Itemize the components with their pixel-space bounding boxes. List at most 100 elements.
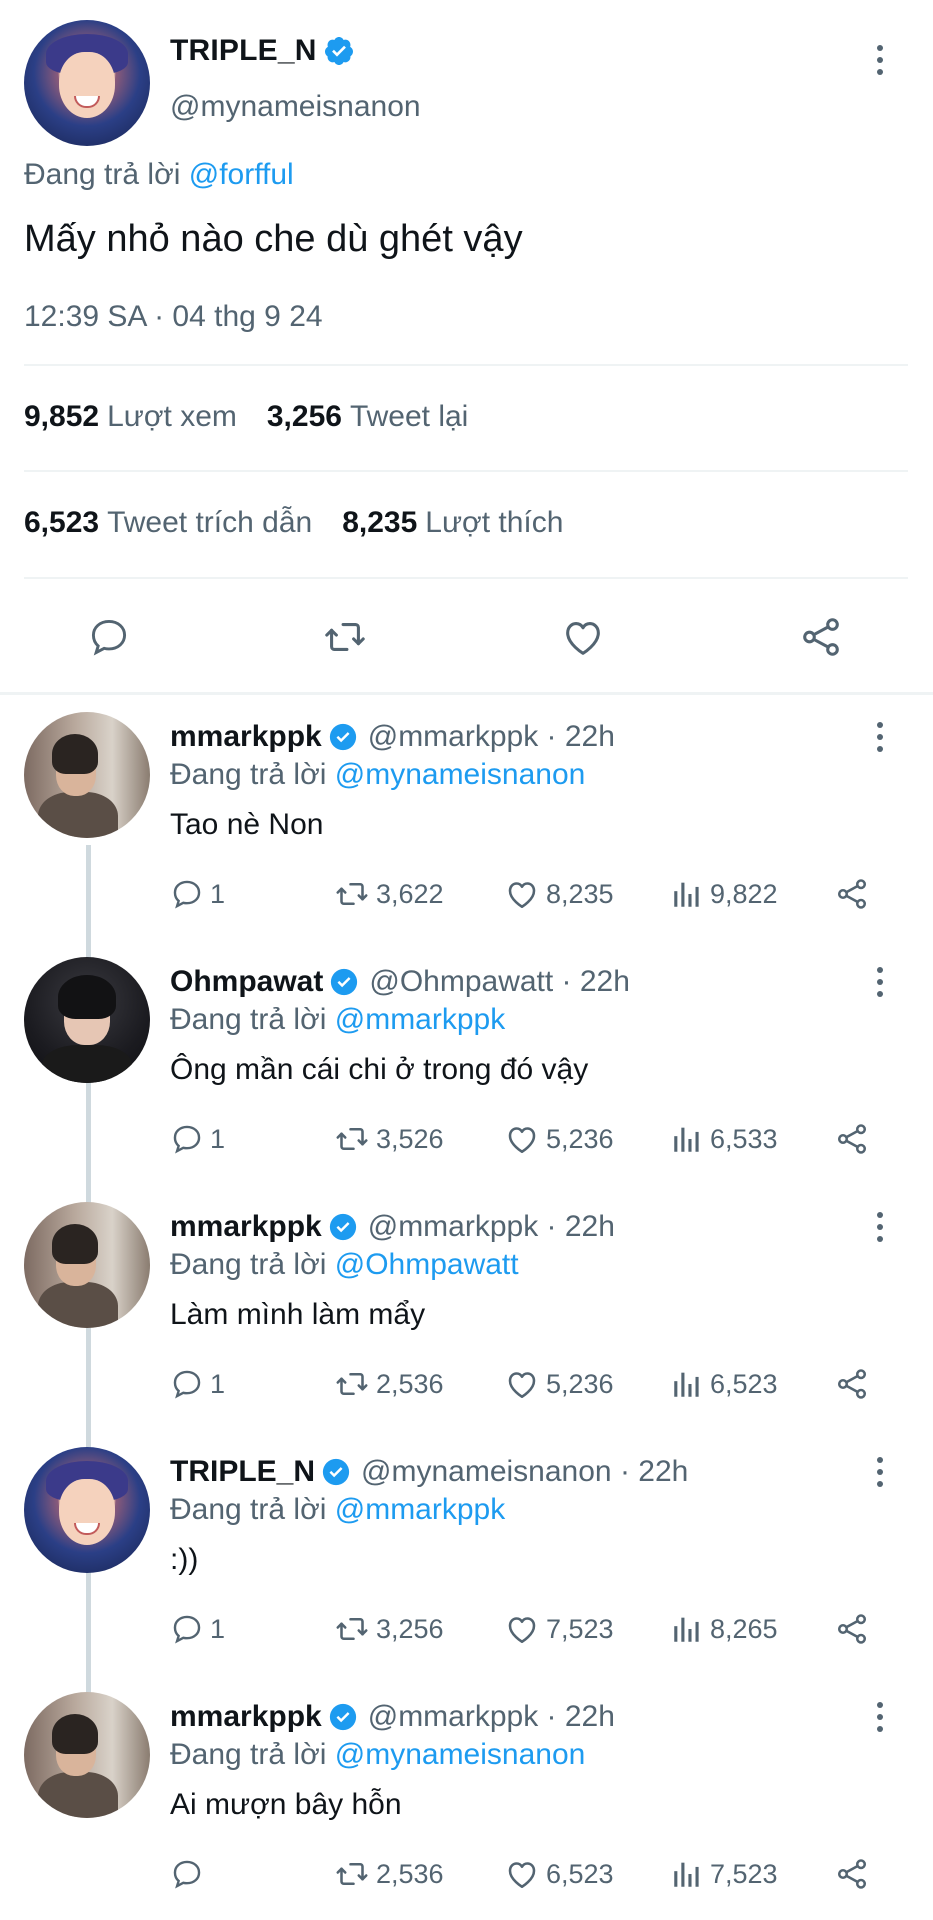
reply-button[interactable]: 1 <box>170 1119 225 1159</box>
author-name[interactable]: Ohmpawat <box>170 965 323 999</box>
tweet-timestamp[interactable]: 12:39 SA · 04 thg 9 24 <box>24 300 323 334</box>
views-button[interactable]: 9,822 <box>670 874 778 914</box>
retweets-stat[interactable]: 3,256 Tweet lại <box>267 400 468 434</box>
author-handle-time[interactable]: @mmarkppk · 22h <box>368 720 615 754</box>
share-button[interactable] <box>834 874 870 914</box>
reply-tweet[interactable]: Ohmpawat @Ohmpawatt · 22h Đang trả lời @… <box>0 945 933 1190</box>
author-name[interactable]: mmarkppk <box>170 720 322 754</box>
more-options-icon[interactable] <box>875 1702 885 1732</box>
views-button[interactable]: 8,265 <box>670 1609 778 1649</box>
stats-row-2: 6,523 Tweet trích dẫn 8,235 Lượt thích <box>24 506 563 540</box>
tweet-actions: 1 3,526 5,236 6,533 <box>170 1119 880 1159</box>
share-button[interactable] <box>834 1119 870 1159</box>
author-name[interactable]: mmarkppk <box>170 1700 322 1734</box>
more-options-icon[interactable] <box>875 722 885 752</box>
reply-button[interactable]: 1 <box>170 1364 225 1404</box>
author-handle-time[interactable]: @mmarkppk · 22h <box>368 1700 615 1734</box>
more-options-icon[interactable] <box>875 1212 885 1242</box>
like-icon <box>508 1617 536 1644</box>
replying-to-mention[interactable]: @mmarkppk <box>335 1493 505 1526</box>
like-icon <box>508 1372 536 1399</box>
avatar[interactable] <box>24 957 150 1083</box>
replying-to: Đang trả lời @Ohmpawatt <box>170 1248 519 1282</box>
avatar[interactable] <box>24 1447 150 1573</box>
likes-label: Lượt thích <box>425 506 564 539</box>
replying-to-label: Đang trả lời <box>170 1003 327 1036</box>
share-icon <box>837 879 867 909</box>
avatar[interactable] <box>24 20 150 146</box>
more-options-icon[interactable] <box>875 45 885 75</box>
likes-stat[interactable]: 8,235 Lượt thích <box>342 506 563 540</box>
views-button[interactable]: 6,533 <box>670 1119 778 1159</box>
views-stat[interactable]: 9,852 Lượt xem <box>24 400 237 434</box>
reply-button[interactable] <box>170 1854 210 1894</box>
retweet-button[interactable]: 2,536 <box>334 1364 444 1404</box>
replying-to-mention[interactable]: @mynameisnanon <box>335 1738 586 1771</box>
tweet-actions: 1 2,536 5,236 6,523 <box>170 1364 880 1404</box>
author-handle-time[interactable]: @mmarkppk · 22h <box>368 1210 615 1244</box>
share-icon <box>837 1124 867 1154</box>
like-button[interactable]: 8,235 <box>504 874 614 914</box>
tweet-actions: 2,536 6,523 7,523 <box>170 1854 880 1894</box>
reply-icon <box>173 1370 201 1399</box>
retweet-count: 2,536 <box>376 1368 444 1399</box>
more-options-icon[interactable] <box>875 967 885 997</box>
avatar[interactable] <box>24 712 150 838</box>
retweet-count: 3,526 <box>376 1123 444 1154</box>
author-name[interactable]: mmarkppk <box>170 1210 322 1244</box>
views-button[interactable]: 6,523 <box>670 1364 778 1404</box>
views-button[interactable]: 7,523 <box>670 1854 778 1894</box>
avatar[interactable] <box>24 1692 150 1818</box>
reply-tweet[interactable]: mmarkppk @mmarkppk · 22h Đang trả lời @O… <box>0 1190 933 1435</box>
more-options-icon[interactable] <box>875 1457 885 1487</box>
replying-to-label: Đang trả lời <box>170 1493 327 1526</box>
quotes-stat[interactable]: 6,523 Tweet trích dẫn <box>24 506 312 540</box>
author-handle[interactable]: @mynameisnanon <box>170 90 421 124</box>
reply-button[interactable]: 1 <box>170 874 225 914</box>
views-icon <box>674 1862 699 1887</box>
share-icon[interactable] <box>794 610 848 664</box>
like-button[interactable]: 5,236 <box>504 1119 614 1159</box>
retweet-button[interactable]: 2,536 <box>334 1854 444 1894</box>
replying-to-mention[interactable]: @mynameisnanon <box>335 758 586 791</box>
views-icon <box>674 1372 699 1397</box>
reply-tweet[interactable]: mmarkppk @mmarkppk · 22h Đang trả lời @m… <box>0 700 933 945</box>
author-name[interactable]: TRIPLE_N <box>170 34 317 68</box>
retweet-button[interactable]: 3,622 <box>334 874 444 914</box>
reply-tweet[interactable]: mmarkppk @mmarkppk · 22h Đang trả lời @m… <box>0 1680 933 1920</box>
retweet-button[interactable]: 3,526 <box>334 1119 444 1159</box>
tweet-text: Làm mình làm mẩy <box>170 1298 426 1331</box>
replying-to: Đang trả lời @forfful <box>24 158 294 192</box>
verified-badge-icon <box>329 967 359 997</box>
replying-to-mention[interactable]: @mmarkppk <box>335 1003 505 1036</box>
retweet-icon[interactable] <box>318 610 372 664</box>
reply-icon[interactable] <box>82 610 136 664</box>
reply-tweet[interactable]: TRIPLE_N @mynameisnanon · 22h Đang trả l… <box>0 1435 933 1680</box>
share-button[interactable] <box>834 1609 870 1649</box>
replying-to: Đang trả lời @mmarkppk <box>170 1493 505 1527</box>
replying-to: Đang trả lời @mynameisnanon <box>170 758 585 792</box>
retweet-icon <box>336 1372 368 1396</box>
tweet-actions: 1 3,256 7,523 8,265 <box>170 1609 880 1649</box>
replying-to-mention[interactable]: @forfful <box>189 158 294 191</box>
author-row: mmarkppk @mmarkppk · 22h <box>170 1210 615 1244</box>
like-button[interactable]: 7,523 <box>504 1609 614 1649</box>
like-icon <box>508 882 536 909</box>
retweet-button[interactable]: 3,256 <box>334 1609 444 1649</box>
replying-to-mention[interactable]: @Ohmpawatt <box>335 1248 519 1281</box>
verified-badge-icon <box>328 1702 358 1732</box>
like-button[interactable]: 5,236 <box>504 1364 614 1404</box>
views-count: 6,523 <box>710 1368 778 1399</box>
reply-button[interactable]: 1 <box>170 1609 225 1649</box>
author-handle-time[interactable]: @mynameisnanon · 22h <box>361 1455 688 1489</box>
author-name[interactable]: TRIPLE_N <box>170 1455 315 1489</box>
quotes-label: Tweet trích dẫn <box>107 506 313 539</box>
reply-icon <box>173 1615 201 1644</box>
like-button[interactable]: 6,523 <box>504 1854 614 1894</box>
author-handle-time[interactable]: @Ohmpawatt · 22h <box>369 965 630 999</box>
like-icon[interactable] <box>556 610 610 664</box>
share-button[interactable] <box>834 1854 870 1894</box>
views-count: 8,265 <box>710 1613 778 1644</box>
share-button[interactable] <box>834 1364 870 1404</box>
avatar[interactable] <box>24 1202 150 1328</box>
